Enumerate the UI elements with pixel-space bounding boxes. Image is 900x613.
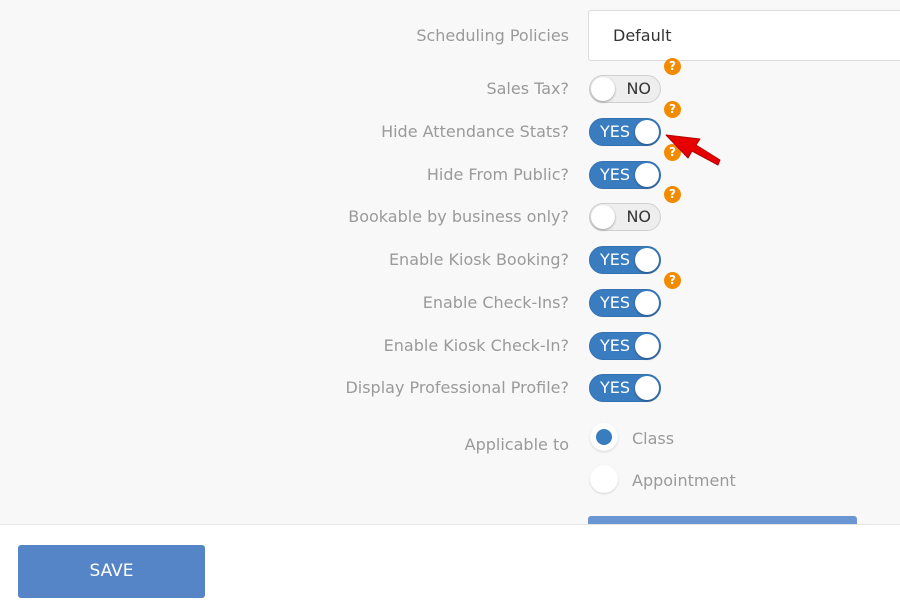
help-question-icon[interactable]: ?	[664, 101, 681, 118]
toggle-state: NO	[626, 207, 651, 226]
display-professional-profile-toggle[interactable]: YES	[589, 374, 661, 402]
toggle-state: YES	[600, 378, 631, 397]
toggle-state: YES	[600, 250, 631, 269]
scheduling-policies-select[interactable]: Default	[588, 10, 900, 61]
setting-row-enable-kiosk-check-in: Enable Kiosk Check-In? YES	[0, 328, 900, 364]
hide-attendance-stats-toggle[interactable]: YES	[589, 118, 661, 146]
applicable-to-label: Applicable to	[464, 435, 569, 454]
setting-label: Enable Check-Ins?	[422, 293, 569, 312]
toggle-state: YES	[600, 165, 631, 184]
bookable-by-business-only-toggle[interactable]: NO	[589, 203, 661, 231]
toggle-state: YES	[600, 293, 631, 312]
setting-label: Sales Tax?	[486, 79, 569, 98]
radio-appointment[interactable]	[590, 465, 618, 493]
scheduling-policies-value: Default	[613, 26, 672, 45]
toggle-knob	[635, 291, 659, 315]
radio-selected-dot	[596, 429, 612, 445]
applicable-to-row: Applicable to	[0, 427, 900, 463]
hide-from-public-toggle[interactable]: YES	[589, 161, 661, 189]
toggle-knob	[635, 120, 659, 144]
toggle-state: YES	[600, 336, 631, 355]
radio-label-class: Class	[632, 429, 675, 448]
enable-check-ins-toggle[interactable]: YES	[589, 289, 661, 317]
settings-form: Scheduling Policies Default Sales Tax? N…	[0, 0, 900, 524]
toggle-knob	[635, 248, 659, 272]
setting-row-hide-from-public: Hide From Public? YES ?	[0, 144, 900, 193]
radio-class[interactable]	[590, 423, 618, 451]
setting-label: Hide From Public?	[426, 165, 569, 184]
radio-label-appointment: Appointment	[632, 471, 736, 490]
sales-tax-toggle[interactable]: NO	[589, 75, 661, 103]
help-question-icon[interactable]: ?	[664, 58, 681, 75]
enable-kiosk-check-in-toggle[interactable]: YES	[589, 332, 661, 360]
setting-row-bookable-by-business-only: Bookable by business only? NO ?	[0, 186, 900, 235]
setting-row-enable-kiosk-booking: Enable Kiosk Booking? YES	[0, 242, 900, 278]
setting-row-enable-check-ins: Enable Check-Ins? YES ?	[0, 272, 900, 321]
setting-label: Display Professional Profile?	[345, 378, 569, 397]
toggle-state: YES	[600, 122, 631, 141]
setting-label: Enable Kiosk Booking?	[388, 250, 569, 269]
toggle-knob	[591, 205, 615, 229]
setting-row-hide-attendance-stats: Hide Attendance Stats? YES ?	[0, 101, 900, 150]
toggle-knob	[635, 334, 659, 358]
scheduling-policies-label: Scheduling Policies	[416, 26, 569, 45]
toggle-knob	[635, 376, 659, 400]
help-question-icon[interactable]: ?	[664, 272, 681, 289]
footer-bar: SAVE	[0, 524, 900, 613]
save-button[interactable]: SAVE	[18, 545, 205, 598]
setting-row-sales-tax: Sales Tax? NO ?	[0, 58, 900, 107]
toggle-state: NO	[626, 79, 651, 98]
setting-label: Bookable by business only?	[348, 207, 569, 226]
toggle-knob	[591, 77, 615, 101]
help-question-icon[interactable]: ?	[664, 186, 681, 203]
setting-label: Enable Kiosk Check-In?	[383, 336, 569, 355]
partial-action-button[interactable]	[588, 516, 857, 524]
toggle-knob	[635, 163, 659, 187]
enable-kiosk-booking-toggle[interactable]: YES	[589, 246, 661, 274]
annotation-arrow-icon	[665, 134, 721, 166]
setting-label: Hide Attendance Stats?	[381, 122, 569, 141]
setting-row-display-professional-profile: Display Professional Profile? YES	[0, 370, 900, 406]
